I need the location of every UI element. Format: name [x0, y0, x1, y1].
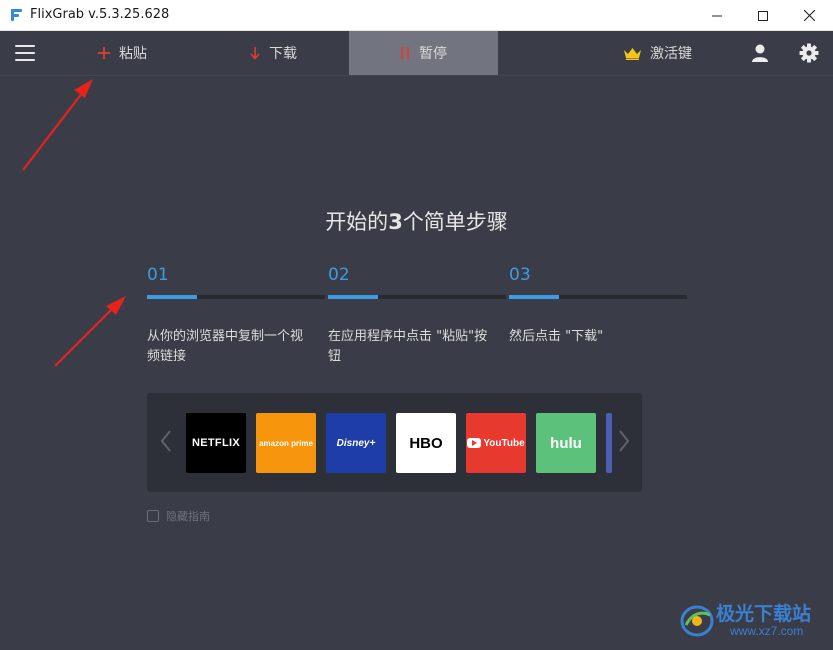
watermark-text: 极光下载站	[716, 604, 812, 625]
crown-icon	[624, 47, 641, 60]
guide-panel: 开始的3个简单步骤 01 从你的浏览器中复制一个视频链接 02 在应用程序中点击…	[0, 75, 833, 650]
service-hbo[interactable]: HBO	[396, 413, 456, 473]
hide-guide-checkbox[interactable]	[147, 510, 159, 522]
step-number: 03	[509, 265, 531, 285]
download-button[interactable]: 下载	[250, 31, 297, 75]
step-progress-track	[509, 295, 687, 299]
guide-heading: 开始的3个简单步骤	[0, 206, 833, 236]
close-icon	[803, 10, 815, 21]
pause-button[interactable]: 暂停	[349, 31, 498, 75]
service-label: amazon prime	[259, 438, 313, 448]
step-number: 02	[328, 265, 350, 285]
hide-guide-label: 隐藏指南	[166, 510, 210, 523]
activate-key-button[interactable]: 激活键	[624, 31, 692, 75]
hide-guide-option[interactable]: 隐藏指南	[147, 508, 210, 524]
title-bar: FlixGrab v.5.3.25.628	[0, 0, 833, 31]
step-progress-track	[147, 295, 325, 299]
service-youtube[interactable]: YouTube	[466, 413, 526, 473]
service-label: Disney+	[336, 437, 376, 449]
service-label: NETFLIX	[192, 437, 240, 449]
pause-label: 暂停	[419, 46, 447, 62]
services-carousel: NETFLIX amazon prime Disney+ HBO YouTube…	[147, 393, 642, 492]
step-description: 从你的浏览器中复制一个视频链接	[147, 329, 304, 364]
service-label: hulu	[550, 434, 582, 452]
youtube-play-icon	[467, 438, 482, 448]
step-progress-track	[328, 295, 506, 299]
minimize-button[interactable]	[694, 0, 740, 31]
service-partial-tile	[606, 413, 612, 473]
heading-suffix: 个简单步骤	[402, 210, 508, 234]
heading-prefix: 开始的	[325, 210, 389, 234]
activate-key-label: 激活键	[650, 46, 692, 62]
service-disney-plus[interactable]: Disney+	[326, 413, 386, 473]
watermark-url: www.xz7.com	[730, 624, 804, 638]
pause-icon	[400, 47, 410, 59]
gear-icon[interactable]	[798, 42, 820, 64]
service-label: YouTube	[483, 437, 525, 449]
step-2: 02 在应用程序中点击 "粘贴"按钮	[328, 264, 508, 367]
minimize-icon	[712, 15, 722, 16]
user-icon[interactable]	[750, 43, 770, 63]
service-label: HBO	[409, 434, 443, 452]
paste-button[interactable]: 粘贴	[98, 31, 147, 75]
chevron-right-icon[interactable]	[617, 429, 631, 453]
watermark-logo-icon	[680, 605, 714, 637]
step-1: 01 从你的浏览器中复制一个视频链接	[147, 264, 327, 367]
step-progress-fill	[509, 295, 559, 299]
step-description: 在应用程序中点击 "粘贴"按钮	[328, 329, 488, 364]
step-progress-fill	[328, 295, 378, 299]
app-window: 粘贴 下载 暂停 激活键 开始的3个简单步骤 01 从你的浏览器中复制一个视频链…	[0, 31, 833, 650]
step-description: 然后点击 "下载"	[509, 329, 604, 344]
step-number: 01	[147, 265, 169, 285]
paste-label: 粘贴	[119, 46, 147, 62]
site-watermark: 极光下载站 www.xz7.com	[676, 597, 826, 645]
service-hulu[interactable]: hulu	[536, 413, 596, 473]
window-title: FlixGrab v.5.3.25.628	[30, 7, 170, 22]
service-netflix[interactable]: NETFLIX	[186, 413, 246, 473]
close-button[interactable]	[786, 0, 832, 31]
toolbar: 粘贴 下载 暂停 激活键	[0, 31, 833, 75]
hamburger-menu-icon[interactable]	[15, 43, 35, 63]
chevron-left-icon[interactable]	[159, 429, 173, 453]
flixgrab-logo-icon	[11, 9, 22, 21]
download-label: 下载	[269, 46, 297, 62]
maximize-icon	[758, 10, 768, 21]
heading-number: 3	[388, 210, 403, 234]
down-arrow-icon	[250, 46, 260, 60]
plus-icon	[98, 47, 110, 59]
step-progress-fill	[147, 295, 197, 299]
step-3: 03 然后点击 "下载"	[509, 264, 689, 347]
maximize-button[interactable]	[740, 0, 786, 31]
service-amazon-prime[interactable]: amazon prime	[256, 413, 316, 473]
